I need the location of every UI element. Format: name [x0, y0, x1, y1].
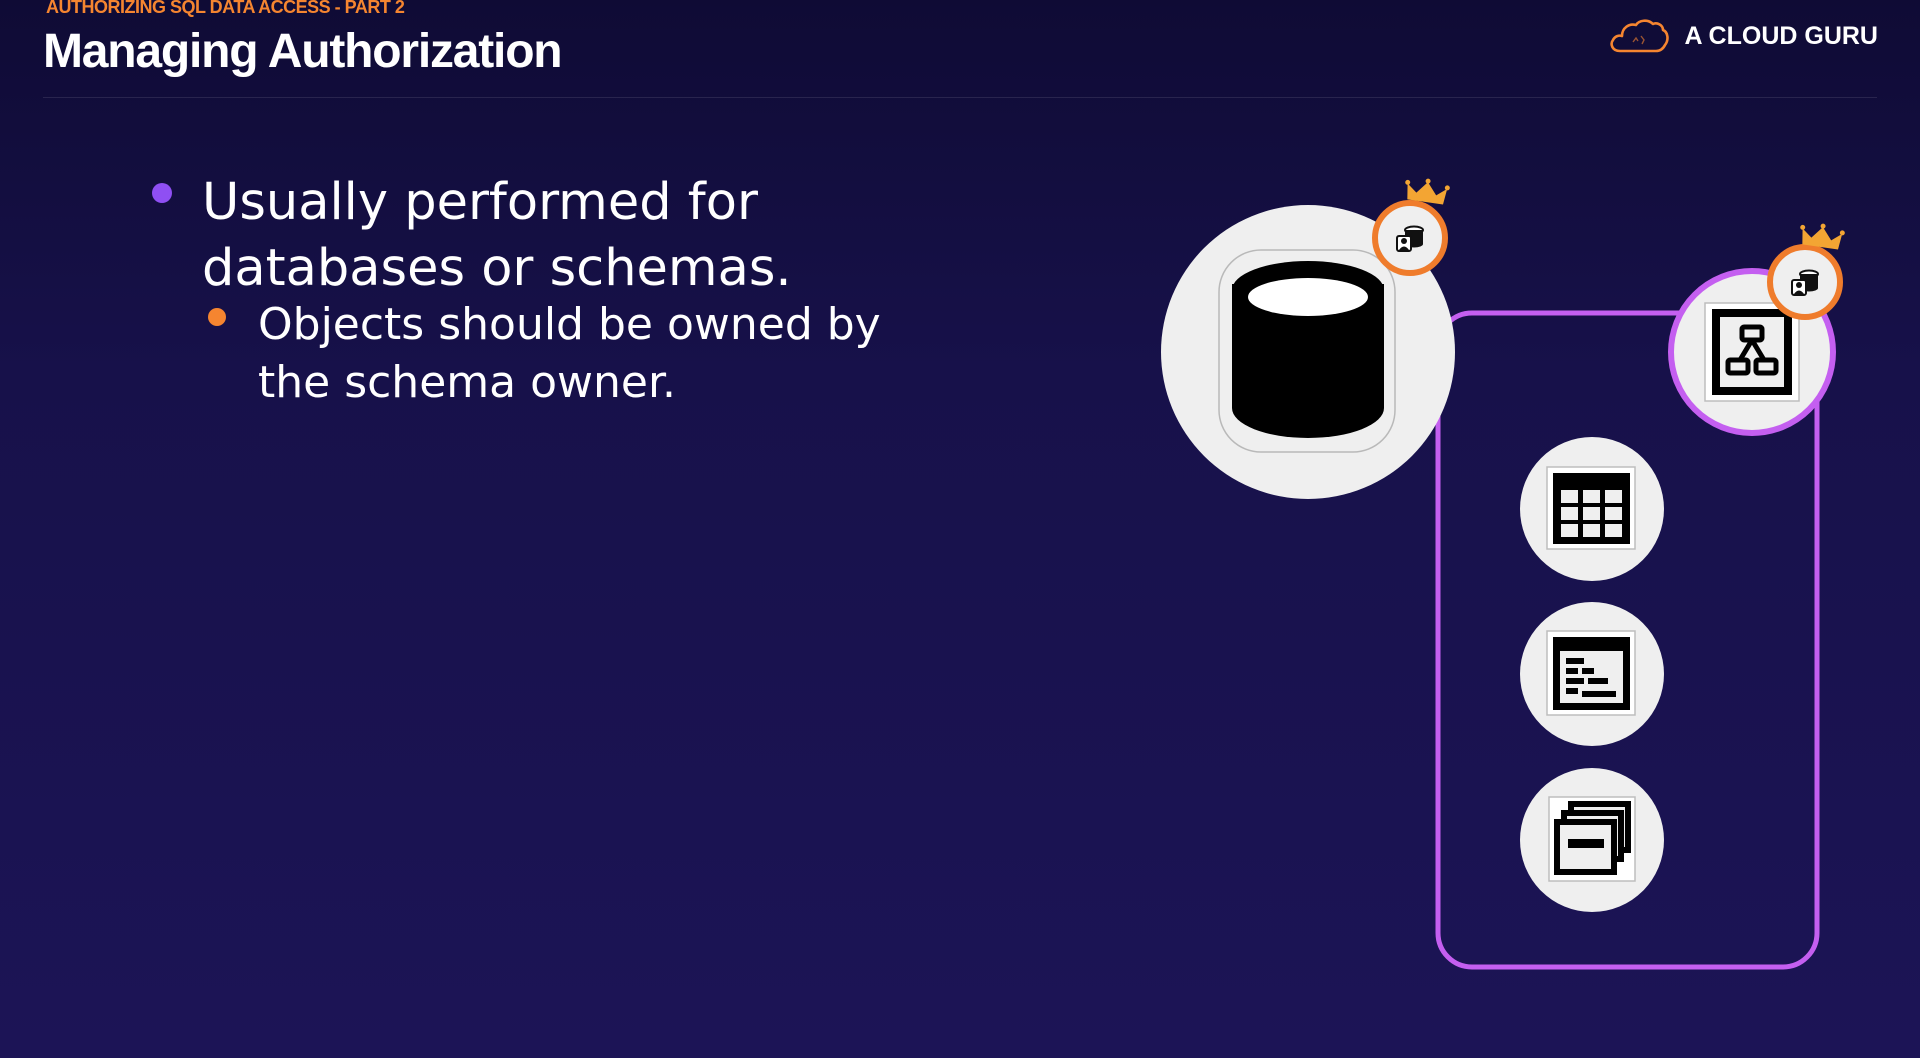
schema-owner-badge: [1767, 244, 1843, 320]
database-owner-badge: [1372, 200, 1448, 276]
view-object: [1520, 602, 1664, 746]
view-icon: [1553, 637, 1630, 710]
header-divider: [43, 97, 1877, 98]
schema-icon: [1712, 309, 1792, 395]
bullet-secondary: Objects should be owned by the schema ow…: [258, 299, 881, 408]
brand-name: A CLOUD GURU: [1684, 21, 1878, 50]
ownership-diagram: [1161, 175, 1846, 970]
database-icon: [1232, 261, 1384, 438]
bullet-dot-primary: [152, 183, 172, 203]
table-object: [1520, 437, 1664, 581]
cloud-logo-icon: [1610, 19, 1670, 53]
bullet-primary: Usually performed for databases or schem…: [202, 173, 792, 298]
section-kicker: AUTHORIZING SQL DATA ACCESS - PART 2: [46, 0, 405, 17]
page-title: Managing Authorization: [43, 25, 563, 78]
bullet-dot-secondary: [208, 308, 226, 326]
stored-objects: [1520, 768, 1664, 912]
table-icon: [1553, 473, 1630, 544]
brand-logo: A CLOUD GURU: [1608, 16, 1878, 56]
